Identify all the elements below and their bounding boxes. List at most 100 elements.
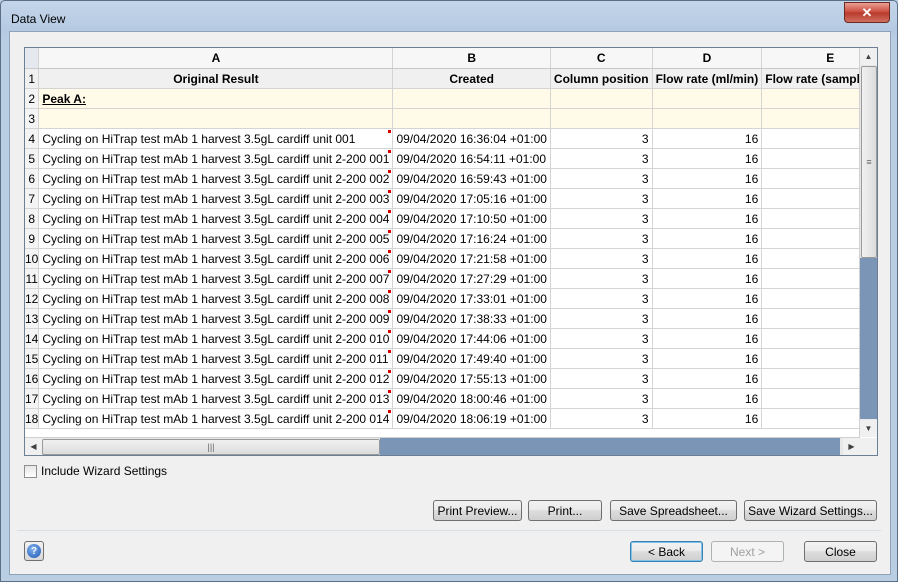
grid-cell[interactable] — [392, 88, 551, 109]
cell-original-result[interactable]: Cycling on HiTrap test mAb 1 harvest 3.5… — [38, 308, 394, 329]
scroll-left-arrow-icon[interactable]: ◀ — [25, 438, 42, 455]
cell-created[interactable]: 09/04/2020 17:10:50 +01:00 — [392, 208, 551, 229]
cell-created[interactable]: 09/04/2020 17:44:06 +01:00 — [392, 328, 551, 349]
include-wizard-settings-checkbox[interactable] — [24, 464, 37, 478]
grid-cell[interactable] — [652, 108, 763, 129]
cell-created[interactable]: 09/04/2020 17:38:33 +01:00 — [392, 308, 551, 329]
grid-cell[interactable] — [550, 88, 653, 109]
cell-flow-rate[interactable]: 16 — [652, 168, 763, 189]
cell-created[interactable]: 09/04/2020 16:36:04 +01:00 — [392, 128, 551, 149]
cell-flow-rate[interactable]: 16 — [652, 288, 763, 309]
cell-created[interactable]: 09/04/2020 17:33:01 +01:00 — [392, 288, 551, 309]
cell-original-result[interactable]: Cycling on HiTrap test mAb 1 harvest 3.5… — [38, 248, 394, 269]
cell-flow-rate[interactable]: 16 — [652, 188, 763, 209]
cell-original-result[interactable]: Cycling on HiTrap test mAb 1 harvest 3.5… — [38, 148, 394, 169]
row-header[interactable]: 16 — [25, 368, 40, 389]
cell-column-position[interactable]: 3 — [550, 308, 653, 329]
cell-column-position[interactable]: 3 — [550, 328, 653, 349]
cell-original-result[interactable]: Cycling on HiTrap test mAb 1 harvest 3.5… — [38, 168, 394, 189]
scroll-down-arrow-icon[interactable]: ▼ — [860, 420, 877, 437]
cell-flow-rate[interactable]: 16 — [652, 348, 763, 369]
cell-column-position[interactable]: 3 — [550, 248, 653, 269]
cell-flow-rate[interactable]: 16 — [652, 208, 763, 229]
cell-column-position[interactable]: 3 — [550, 368, 653, 389]
cell-column-position-header[interactable]: Column position — [550, 68, 653, 89]
vertical-scroll-track[interactable] — [860, 258, 877, 419]
cell-original-result[interactable]: Cycling on HiTrap test mAb 1 harvest 3.5… — [38, 268, 394, 289]
horizontal-scroll-thumb[interactable]: ||| — [42, 439, 380, 455]
row-header[interactable]: 17 — [25, 388, 40, 409]
print-preview-button[interactable]: Print Preview... — [433, 500, 522, 521]
scroll-right-arrow-icon[interactable]: ▶ — [843, 438, 860, 455]
row-header[interactable]: 9 — [25, 228, 40, 249]
cell-created[interactable]: 09/04/2020 17:27:29 +01:00 — [392, 268, 551, 289]
back-button[interactable]: < Back — [630, 541, 703, 562]
row-header[interactable]: 13 — [25, 308, 40, 329]
cell-created[interactable]: 09/04/2020 17:21:58 +01:00 — [392, 248, 551, 269]
cell-column-position[interactable]: 3 — [550, 388, 653, 409]
column-header-a[interactable]: A — [38, 48, 394, 69]
cell-created[interactable]: 09/04/2020 18:00:46 +01:00 — [392, 388, 551, 409]
cell-original-result[interactable]: Cycling on HiTrap test mAb 1 harvest 3.5… — [38, 328, 394, 349]
column-header-c[interactable]: C — [550, 48, 653, 69]
row-header[interactable]: 11 — [25, 268, 40, 289]
cell-flow-rate[interactable]: 16 — [652, 388, 763, 409]
next-button[interactable]: Next > — [711, 541, 784, 562]
column-header-d[interactable]: D — [652, 48, 763, 69]
cell-original-result[interactable]: Cycling on HiTrap test mAb 1 harvest 3.5… — [38, 368, 394, 389]
save-spreadsheet-button[interactable]: Save Spreadsheet... — [610, 500, 737, 521]
row-header[interactable]: 6 — [25, 168, 40, 189]
data-grid[interactable]: A B C D E 1 Original Result Created Colu… — [24, 47, 878, 456]
select-all-corner[interactable] — [25, 48, 40, 69]
cell-column-position[interactable]: 3 — [550, 408, 653, 429]
cell-created[interactable]: 09/04/2020 17:49:40 +01:00 — [392, 348, 551, 369]
vertical-scrollbar[interactable]: ▲ ≡ ▼ — [859, 48, 877, 437]
row-header[interactable]: 10 — [25, 248, 40, 269]
cell-column-position[interactable]: 3 — [550, 148, 653, 169]
grid-cell[interactable] — [38, 108, 394, 129]
column-header-b[interactable]: B — [392, 48, 551, 69]
row-header[interactable]: 12 — [25, 288, 40, 309]
close-button[interactable]: Close — [804, 541, 877, 562]
horizontal-scrollbar[interactable]: ◀ ||| ▶ — [25, 437, 860, 455]
cell-created[interactable]: 09/04/2020 16:59:43 +01:00 — [392, 168, 551, 189]
vertical-scroll-thumb[interactable]: ≡ — [861, 66, 877, 258]
row-header[interactable]: 14 — [25, 328, 40, 349]
cell-column-position[interactable]: 3 — [550, 288, 653, 309]
help-button[interactable]: ? — [24, 541, 44, 561]
cell-column-position[interactable]: 3 — [550, 208, 653, 229]
cell-original-result[interactable]: Cycling on HiTrap test mAb 1 harvest 3.5… — [38, 408, 394, 429]
print-button[interactable]: Print... — [528, 500, 602, 521]
cell-created-header[interactable]: Created — [392, 68, 551, 89]
cell-created[interactable]: 09/04/2020 16:54:11 +01:00 — [392, 148, 551, 169]
cell-column-position[interactable]: 3 — [550, 128, 653, 149]
cell-column-position[interactable]: 3 — [550, 268, 653, 289]
row-header[interactable]: 7 — [25, 188, 40, 209]
cell-original-result[interactable]: Cycling on HiTrap test mAb 1 harvest 3.5… — [38, 228, 394, 249]
cell-flow-rate[interactable]: 16 — [652, 128, 763, 149]
cell-original-result[interactable]: Cycling on HiTrap test mAb 1 harvest 3.5… — [38, 188, 394, 209]
cell-flow-rate-header[interactable]: Flow rate (ml/min) — [652, 68, 763, 89]
cell-created[interactable]: 09/04/2020 17:55:13 +01:00 — [392, 368, 551, 389]
row-header[interactable]: 2 — [25, 88, 40, 109]
include-wizard-settings-option[interactable]: Include Wizard Settings — [24, 464, 167, 478]
cell-flow-rate[interactable]: 16 — [652, 228, 763, 249]
row-header[interactable]: 4 — [25, 128, 40, 149]
cell-created[interactable]: 09/04/2020 17:05:16 +01:00 — [392, 188, 551, 209]
cell-original-result[interactable]: Cycling on HiTrap test mAb 1 harvest 3.5… — [38, 388, 394, 409]
cell-created[interactable]: 09/04/2020 18:06:19 +01:00 — [392, 408, 551, 429]
row-header[interactable]: 15 — [25, 348, 40, 369]
cell-flow-rate[interactable]: 16 — [652, 408, 763, 429]
cell-original-result[interactable]: Cycling on HiTrap test mAb 1 harvest 3.5… — [38, 288, 394, 309]
horizontal-scroll-track[interactable] — [380, 438, 840, 455]
grid-cell[interactable] — [550, 108, 653, 129]
cell-original-result[interactable]: Cycling on HiTrap test mAb 1 harvest 3.5… — [38, 208, 394, 229]
cell-column-position[interactable]: 3 — [550, 348, 653, 369]
cell-original-result[interactable]: Cycling on HiTrap test mAb 1 harvest 3.5… — [38, 348, 394, 369]
cell-original-result[interactable]: Cycling on HiTrap test mAb 1 harvest 3.5… — [38, 128, 394, 149]
row-header[interactable]: 1 — [25, 68, 40, 89]
row-header[interactable]: 8 — [25, 208, 40, 229]
close-window-button[interactable]: ✕ — [844, 2, 890, 23]
scroll-up-arrow-icon[interactable]: ▲ — [860, 48, 877, 65]
cell-flow-rate[interactable]: 16 — [652, 308, 763, 329]
